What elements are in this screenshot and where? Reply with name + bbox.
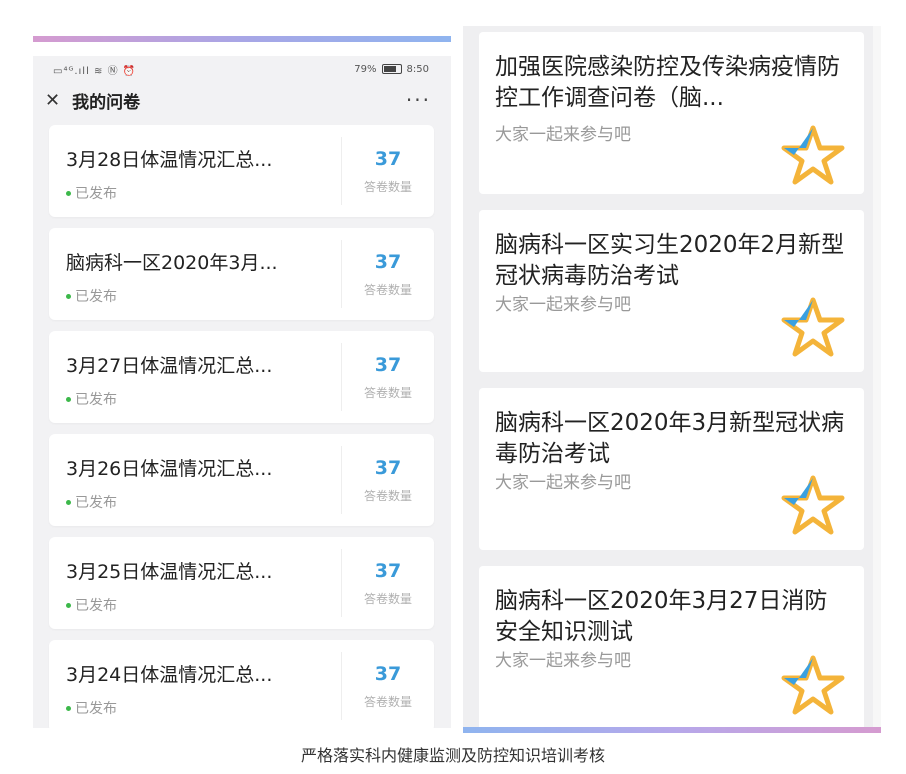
response-count: 37 xyxy=(374,147,402,170)
battery-percent: 79% xyxy=(354,63,377,75)
survey-title: 脑病科一区2020年3月新型冠状病毒防治考试 xyxy=(495,410,845,467)
star-icon xyxy=(781,475,845,535)
status-label: 已发布 xyxy=(75,598,117,614)
response-count-label: 答卷数量 xyxy=(363,488,412,503)
questionnaire-card[interactable]: 3月24日体温情况汇总... 已发布 37 答卷数量 xyxy=(49,640,434,728)
survey-subtitle: 大家一起来参与吧 xyxy=(495,651,631,671)
response-count: 37 xyxy=(374,250,402,273)
survey-subtitle: 大家一起来参与吧 xyxy=(495,473,631,493)
status-label: 已发布 xyxy=(75,392,117,408)
survey-title: 加强医院感染防控及传染病疫情防控工作调查问卷（脑... xyxy=(495,54,840,111)
response-count-label: 答卷数量 xyxy=(363,385,412,400)
response-count-label: 答卷数量 xyxy=(363,179,412,194)
response-count-label: 答卷数量 xyxy=(363,591,412,606)
decorative-gradient-bar-top xyxy=(33,36,451,42)
star-icon xyxy=(781,297,845,357)
status-label: 已发布 xyxy=(75,701,117,717)
questionnaire-title: 3月26日体温情况汇总... xyxy=(66,458,273,480)
clock: 8:50 xyxy=(406,63,429,75)
questionnaire-card[interactable]: 3月28日体温情况汇总... 已发布 37 答卷数量 xyxy=(49,125,434,217)
published-dot-icon xyxy=(66,499,71,505)
published-dot-icon xyxy=(66,602,71,608)
status-label: 已发布 xyxy=(75,186,117,202)
decorative-gradient-bar-bottom xyxy=(463,727,881,733)
survey-card[interactable]: 脑病科一区实习生2020年2月新型冠状病毒防治考试 大家一起来参与吧 xyxy=(479,210,864,372)
questionnaire-card[interactable]: 脑病科一区2020年3月... 已发布 37 答卷数量 xyxy=(49,228,434,320)
questionnaire-card[interactable]: 3月26日体温情况汇总... 已发布 37 答卷数量 xyxy=(49,434,434,526)
more-options-icon[interactable]: ··· xyxy=(406,88,431,112)
survey-feed-screen: 加强医院感染防控及传染病疫情防控工作调查问卷（脑... 大家一起来参与吧 脑病科… xyxy=(463,26,881,727)
response-count: 37 xyxy=(374,662,402,685)
scroll-edge xyxy=(873,26,881,727)
questionnaire-title: 3月28日体温情况汇总... xyxy=(66,149,273,171)
response-count: 37 xyxy=(374,559,402,582)
battery-icon xyxy=(381,64,402,74)
response-count: 37 xyxy=(374,456,402,479)
star-icon xyxy=(781,655,845,715)
published-dot-icon xyxy=(66,705,71,711)
star-icon xyxy=(781,125,845,185)
status-bar: ▭⁴ᴳ.ıll ≋ Ⓝ ⏰ 79% 8:50 xyxy=(33,56,451,82)
survey-card[interactable]: 脑病科一区2020年3月27日消防安全知识测试 大家一起来参与吧 xyxy=(479,566,864,727)
survey-title: 脑病科一区2020年3月27日消防安全知识测试 xyxy=(495,588,828,645)
questionnaire-title: 3月25日体温情况汇总... xyxy=(66,561,273,583)
page-title: 我的问卷 xyxy=(72,92,141,113)
response-count-label: 答卷数量 xyxy=(363,282,412,297)
survey-card[interactable]: 加强医院感染防控及传染病疫情防控工作调查问卷（脑... 大家一起来参与吧 xyxy=(479,32,864,194)
questionnaire-title: 脑病科一区2020年3月... xyxy=(66,252,278,274)
title-bar: ✕ 我的问卷 ··· xyxy=(33,82,451,118)
status-label: 已发布 xyxy=(75,289,117,305)
survey-title: 脑病科一区实习生2020年2月新型冠状病毒防治考试 xyxy=(495,232,845,289)
status-icons: ▭⁴ᴳ.ıll ≋ Ⓝ ⏰ xyxy=(53,65,137,77)
questionnaire-card[interactable]: 3月25日体温情况汇总... 已发布 37 答卷数量 xyxy=(49,537,434,629)
survey-subtitle: 大家一起来参与吧 xyxy=(495,295,631,315)
published-dot-icon xyxy=(66,293,71,299)
survey-subtitle: 大家一起来参与吧 xyxy=(495,125,631,145)
my-questionnaires-screen: ▭⁴ᴳ.ıll ≋ Ⓝ ⏰ 79% 8:50 ✕ 我的问卷 ··· 3月28日体… xyxy=(33,56,451,728)
response-count-label: 答卷数量 xyxy=(363,694,412,709)
close-icon[interactable]: ✕ xyxy=(45,90,60,111)
published-dot-icon xyxy=(66,396,71,402)
image-caption: 严格落实科内健康监测及防控知识培训考核 xyxy=(300,746,605,765)
questionnaire-card[interactable]: 3月27日体温情况汇总... 已发布 37 答卷数量 xyxy=(49,331,434,423)
response-count: 37 xyxy=(374,353,402,376)
survey-card[interactable]: 脑病科一区2020年3月新型冠状病毒防治考试 大家一起来参与吧 xyxy=(479,388,864,550)
status-label: 已发布 xyxy=(75,495,117,511)
questionnaire-title: 3月27日体温情况汇总... xyxy=(66,355,273,377)
questionnaire-list: 3月28日体温情况汇总... 已发布 37 答卷数量 脑病科一区2020年3月.… xyxy=(49,125,434,728)
published-dot-icon xyxy=(66,190,71,196)
questionnaire-title: 3月24日体温情况汇总... xyxy=(66,664,273,686)
